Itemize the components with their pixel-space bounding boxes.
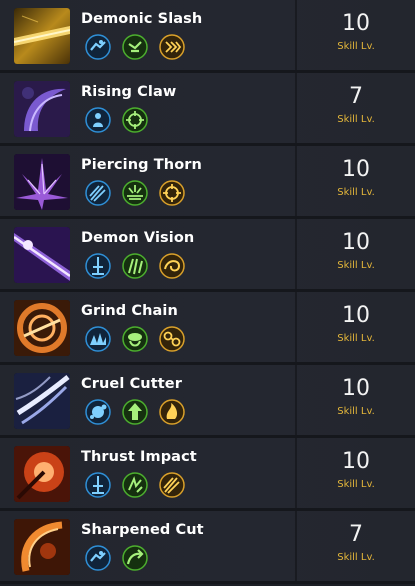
skill-name: Demonic Slash [81,11,203,27]
skill-list: Demonic Slash 10 Skill Lv. Rising Claw 7… [0,0,415,586]
green-claw-tripod-icon[interactable] [122,253,148,279]
skill-name: Sharpened Cut [81,522,204,538]
orange-cut-icon [14,519,70,575]
skill-name: Rising Claw [81,84,177,100]
green-burst-tripod-icon[interactable] [122,180,148,206]
skill-name: Cruel Cutter [81,376,182,392]
skill-level: 10 [342,449,370,474]
white-cutter-icon [14,373,70,429]
skill-level-label: Skill Lv. [337,187,375,198]
blue-sword-tripod-icon[interactable] [85,472,111,498]
skill-row-cruel-cutter[interactable]: Cruel Cutter 10 Skill Lv. [0,365,415,438]
skill-row-demon-vision[interactable]: Demon Vision 10 Skill Lv. [0,219,415,292]
skill-level-label: Skill Lv. [337,41,375,52]
green-crosshair-tripod-icon[interactable] [122,107,148,133]
purple-thorn-icon [14,154,70,210]
skill-level-label: Skill Lv. [337,406,375,417]
blue-streaks-tripod-icon[interactable] [85,180,111,206]
green-rune-tripod-icon[interactable] [122,472,148,498]
green-arrow-tripod-icon[interactable] [122,399,148,425]
skill-level: 10 [342,230,370,255]
blue-sword-tripod-icon[interactable] [85,253,111,279]
gold-chain-tripod-icon[interactable] [159,326,185,352]
skill-name: Thrust Impact [81,449,197,465]
skill-level-label: Skill Lv. [337,479,375,490]
skill-name: Grind Chain [81,303,178,319]
golden-slash-icon [14,8,70,64]
gold-streaks-tripod-icon[interactable] [159,472,185,498]
blue-spikes-tripod-icon[interactable] [85,326,111,352]
blue-dash-tripod-icon[interactable] [85,545,111,571]
skill-level: 10 [342,303,370,328]
skill-row-piercing-thorn[interactable]: Piercing Thorn 10 Skill Lv. [0,146,415,219]
skill-level: 10 [342,11,370,36]
skill-name: Piercing Thorn [81,157,202,173]
skill-level: 10 [342,157,370,182]
gold-flame-tripod-icon[interactable] [159,399,185,425]
gold-swirl-tripod-icon[interactable] [159,253,185,279]
skill-row-sharpened-cut[interactable]: Sharpened Cut 7 Skill Lv. [0,511,415,584]
skill-level: 10 [342,376,370,401]
skill-level-label: Skill Lv. [337,552,375,563]
blue-dash-tripod-icon[interactable] [85,34,111,60]
orange-vortex-icon [14,300,70,356]
orange-thrust-icon [14,446,70,502]
blue-figure-tripod-icon[interactable] [85,107,111,133]
green-speed-tripod-icon[interactable] [122,34,148,60]
gold-chevrons-tripod-icon[interactable] [159,34,185,60]
blue-orb-tripod-icon[interactable] [85,399,111,425]
skill-level: 7 [349,84,363,109]
purple-claw-icon [14,81,70,137]
skill-row-rising-claw[interactable]: Rising Claw 7 Skill Lv. [0,73,415,146]
skill-row-thrust-impact[interactable]: Thrust Impact 10 Skill Lv. [0,438,415,511]
green-hand-tripod-icon[interactable] [122,326,148,352]
skill-row-grind-chain[interactable]: Grind Chain 10 Skill Lv. [0,292,415,365]
skill-level-label: Skill Lv. [337,333,375,344]
skill-row-demonic-slash[interactable]: Demonic Slash 10 Skill Lv. [0,0,415,73]
skill-name: Demon Vision [81,230,195,246]
skill-level-label: Skill Lv. [337,114,375,125]
green-curve-tripod-icon[interactable] [122,545,148,571]
skill-level-label: Skill Lv. [337,260,375,271]
skill-level: 7 [349,522,363,547]
purple-beam-icon [14,227,70,283]
gold-crosshair-tripod-icon[interactable] [159,180,185,206]
